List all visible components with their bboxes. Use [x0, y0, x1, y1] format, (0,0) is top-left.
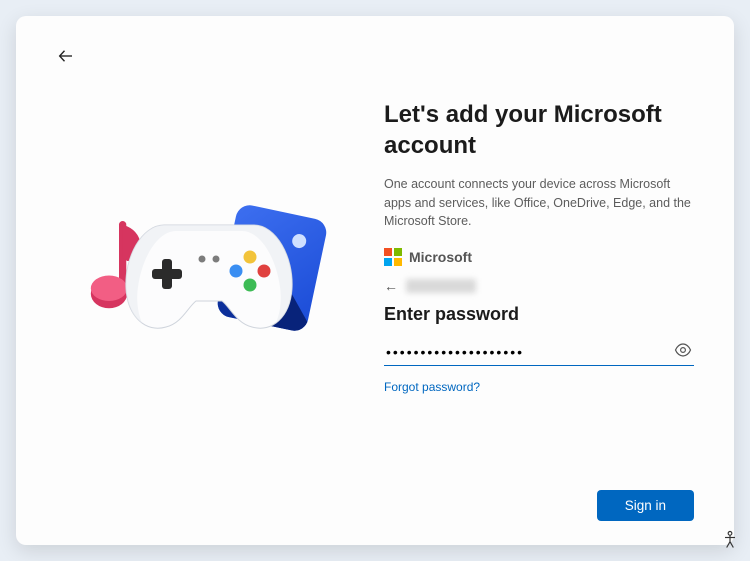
form-pane: Let's add your Microsoft account One acc… [384, 74, 694, 472]
arrow-left-icon [57, 47, 75, 65]
brand-name: Microsoft [409, 249, 472, 265]
account-email-row[interactable]: ← [384, 278, 694, 294]
brand-row: Microsoft [384, 248, 694, 266]
back-row [56, 46, 694, 74]
microsoft-logo-icon [384, 248, 402, 266]
email-back-arrow-icon[interactable]: ← [384, 278, 398, 294]
password-heading: Enter password [384, 304, 694, 325]
account-email-redacted [406, 279, 476, 293]
signin-button[interactable]: Sign in [597, 490, 694, 521]
forgot-password-link[interactable]: Forgot password? [384, 380, 694, 394]
illustration-pane [56, 74, 364, 472]
oobe-window: Let's add your Microsoft account One acc… [16, 16, 734, 545]
password-input[interactable] [384, 339, 694, 366]
game-controller-icon [124, 207, 294, 337]
password-field-row [384, 339, 694, 366]
main-content: Let's add your Microsoft account One acc… [56, 74, 694, 472]
footer-row: Sign in [56, 490, 694, 521]
page-title: Let's add your Microsoft account [384, 100, 694, 161]
back-button[interactable] [56, 46, 76, 66]
hero-illustration [80, 173, 340, 373]
page-subtitle: One account connects your device across … [384, 175, 694, 229]
show-password-icon[interactable] [674, 341, 692, 364]
accessibility-icon[interactable] [720, 530, 740, 555]
